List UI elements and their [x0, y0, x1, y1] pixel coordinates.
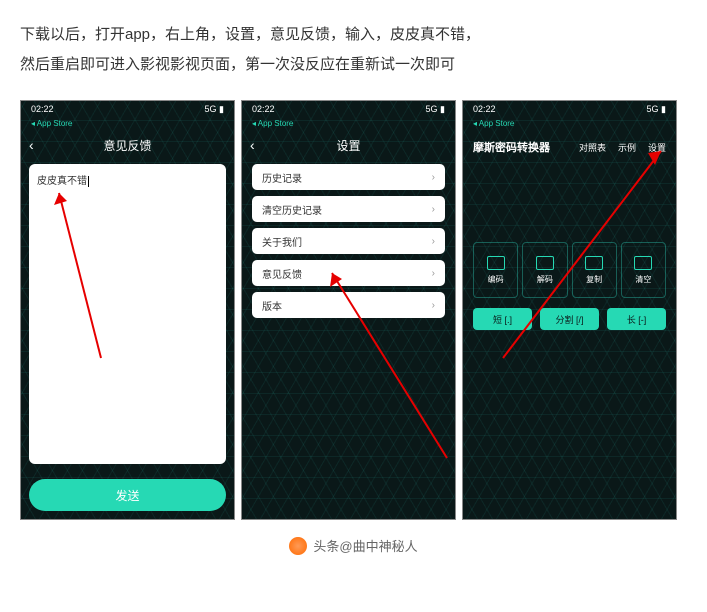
- nav-settings[interactable]: 设置: [648, 141, 666, 154]
- pill-long[interactable]: 长 [-]: [607, 308, 666, 330]
- pill-short[interactable]: 短 [.]: [473, 308, 532, 330]
- back-to-appstore[interactable]: ◂ App Store: [463, 119, 676, 132]
- page-header: ‹ 意见反馈: [21, 132, 234, 158]
- tool-copy[interactable]: 复制: [572, 242, 617, 298]
- page-title: 意见反馈: [103, 137, 151, 154]
- chevron-right-icon: ›: [432, 300, 435, 311]
- tool-decode[interactable]: 解码: [522, 242, 567, 298]
- instruction-text: 下载以后，打开app，右上角，设置，意见反馈，输入，皮皮真不错， 然后重启即可进…: [20, 20, 687, 80]
- chevron-right-icon: ›: [432, 172, 435, 183]
- chevron-right-icon: ›: [432, 236, 435, 247]
- page-title: 设置: [336, 137, 360, 154]
- phone-feedback: 02:22 5G ▮ ◂ App Store ‹ 意见反馈 皮皮真不错 发送: [20, 100, 235, 520]
- home-header: 摩斯密码转换器 对照表 示例 设置: [463, 132, 676, 162]
- byline-avatar-icon: [289, 537, 307, 555]
- copy-icon: [585, 256, 603, 270]
- phone-home: 02:22 5G ▮ ◂ App Store 摩斯密码转换器 对照表 示例 设置…: [462, 100, 677, 520]
- page-header: ‹ 设置: [242, 132, 455, 158]
- decode-icon: [536, 256, 554, 270]
- pill-split[interactable]: 分割 [/]: [540, 308, 599, 330]
- status-bar: 02:22 5G ▮: [242, 101, 455, 119]
- encode-icon: [487, 256, 505, 270]
- tool-encode[interactable]: 编码: [473, 242, 518, 298]
- phone-settings: 02:22 5G ▮ ◂ App Store ‹ 设置 历史记录› 清空历史记录…: [241, 100, 456, 520]
- status-bar: 02:22 5G ▮: [463, 101, 676, 119]
- setting-about[interactable]: 关于我们›: [252, 228, 445, 254]
- back-to-appstore[interactable]: ◂ App Store: [21, 119, 234, 132]
- setting-clear-history[interactable]: 清空历史记录›: [252, 196, 445, 222]
- app-title: 摩斯密码转换器: [473, 139, 550, 155]
- screenshot-row: 02:22 5G ▮ ◂ App Store ‹ 意见反馈 皮皮真不错 发送 0…: [20, 100, 687, 520]
- back-icon[interactable]: ‹: [250, 137, 255, 153]
- clear-icon: [634, 256, 652, 270]
- setting-version[interactable]: 版本›: [252, 292, 445, 318]
- byline: 头条@曲中神秘人: [20, 536, 687, 555]
- status-time: 02:22: [252, 104, 275, 116]
- chevron-right-icon: ›: [432, 268, 435, 279]
- send-button[interactable]: 发送: [29, 479, 226, 511]
- settings-list: 历史记录› 清空历史记录› 关于我们› 意见反馈› 版本›: [242, 158, 455, 330]
- setting-history[interactable]: 历史记录›: [252, 164, 445, 190]
- status-signal: 5G ▮: [205, 104, 224, 116]
- setting-feedback[interactable]: 意见反馈›: [252, 260, 445, 286]
- status-bar: 02:22 5G ▮: [21, 101, 234, 119]
- tool-clear[interactable]: 清空: [621, 242, 666, 298]
- status-signal: 5G ▮: [647, 104, 666, 116]
- nav-example[interactable]: 示例: [618, 141, 636, 154]
- home-nav: 对照表 示例 设置: [579, 141, 666, 154]
- feedback-input[interactable]: 皮皮真不错: [29, 164, 226, 464]
- chevron-right-icon: ›: [432, 204, 435, 215]
- tool-grid: 编码 解码 复制 清空: [473, 242, 666, 298]
- status-time: 02:22: [473, 104, 496, 116]
- pill-row: 短 [.] 分割 [/] 长 [-]: [473, 308, 666, 330]
- status-time: 02:22: [31, 104, 54, 116]
- back-icon[interactable]: ‹: [29, 137, 34, 153]
- back-to-appstore[interactable]: ◂ App Store: [242, 119, 455, 132]
- nav-table[interactable]: 对照表: [579, 141, 606, 154]
- status-signal: 5G ▮: [426, 104, 445, 116]
